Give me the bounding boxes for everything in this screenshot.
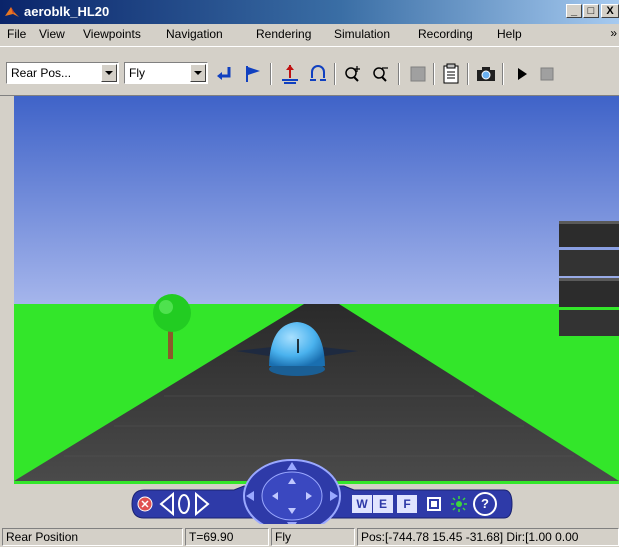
fullscreen-icon[interactable] <box>425 495 443 513</box>
headlight-icon[interactable] <box>450 495 468 513</box>
menu-recording[interactable]: Recording <box>418 27 473 41</box>
faces-button[interactable]: F <box>397 495 417 513</box>
menu-simulation[interactable]: Simulation <box>334 27 390 41</box>
menu-overflow-icon[interactable]: » <box>610 26 617 40</box>
viewpoint-select[interactable]: Rear Pos... <box>6 62 119 84</box>
undo-move-icon <box>310 65 326 81</box>
menu-rendering[interactable]: Rendering <box>256 27 311 41</box>
status-time: T=69.90 <box>185 528 269 546</box>
zoom-out-button[interactable] <box>370 63 392 85</box>
3d-viewport[interactable] <box>14 96 619 484</box>
parameters-button[interactable] <box>440 63 462 85</box>
zoom-out-icon <box>373 67 388 82</box>
window-left-edge <box>0 96 14 525</box>
return-to-viewpoint-button[interactable] <box>214 63 236 85</box>
snapshot-button[interactable] <box>475 63 497 85</box>
toolbar-separator <box>270 63 272 85</box>
status-position: Pos:[-744.78 15.45 -31.68] Dir:[1.00 0.0… <box>357 528 619 546</box>
stop-icon <box>540 67 554 81</box>
stop-button[interactable] <box>536 63 558 85</box>
play-button[interactable] <box>511 63 533 85</box>
zoom-in-button[interactable] <box>342 63 364 85</box>
close-panel-icon[interactable] <box>137 496 153 512</box>
straighten-up-button[interactable] <box>279 63 301 85</box>
menu-navigation[interactable]: Navigation <box>166 27 223 41</box>
rotate-left-icon[interactable] <box>159 492 175 516</box>
matlab-logo-icon <box>5 7 19 17</box>
chevron-down-icon[interactable] <box>190 64 206 82</box>
status-viewpoint: Rear Position <box>2 528 183 546</box>
minimize-button[interactable]: _ <box>566 4 582 18</box>
menu-bar: File View Viewpoints Navigation Renderin… <box>0 24 619 45</box>
toolbar-separator <box>467 63 469 85</box>
toolbar-separator <box>334 63 336 85</box>
record-icon <box>410 66 426 82</box>
menu-view[interactable]: View <box>39 27 65 41</box>
building <box>559 221 619 336</box>
help-button[interactable]: ? <box>473 492 497 516</box>
record-button[interactable] <box>407 63 429 85</box>
maximize-button[interactable]: □ <box>583 4 599 18</box>
zoom-in-icon <box>345 66 360 82</box>
scene-canvas[interactable] <box>14 96 619 484</box>
viewpoint-select-value: Rear Pos... <box>11 66 72 80</box>
snapshot-icon <box>477 67 495 81</box>
rotate-right-icon[interactable] <box>194 492 210 516</box>
create-viewpoint-button[interactable] <box>242 63 264 85</box>
pan-center-icon[interactable] <box>177 492 191 516</box>
straighten-up-icon <box>282 65 298 84</box>
create-viewpoint-icon <box>246 66 260 82</box>
toolbar-separator <box>433 63 435 85</box>
chevron-down-icon[interactable] <box>101 64 117 82</box>
title-bar: aeroblk_HL20 _ □ X <box>0 0 619 24</box>
toolbar: Rear Pos... Fly <box>0 46 619 96</box>
menu-viewpoints[interactable]: Viewpoints <box>83 27 141 41</box>
close-button[interactable]: X <box>601 4 619 18</box>
undo-move-button[interactable] <box>307 63 329 85</box>
parameters-icon <box>443 63 459 84</box>
play-icon <box>518 68 527 80</box>
window-title: aeroblk_HL20 <box>24 4 110 19</box>
edges-button[interactable]: E <box>373 495 393 513</box>
navigation-mode-value: Fly <box>129 66 145 80</box>
toolbar-separator <box>502 63 504 85</box>
wireframe-button[interactable]: W <box>352 495 372 513</box>
status-mode: Fly <box>271 528 355 546</box>
status-bar: Rear Position T=69.90 Fly Pos:[-744.78 1… <box>0 525 619 547</box>
menu-file[interactable]: File <box>7 27 26 41</box>
menu-help[interactable]: Help <box>497 27 522 41</box>
navigation-panel: W E F ? <box>14 459 619 524</box>
return-to-viewpoint-icon <box>217 67 231 80</box>
navigation-mode-select[interactable]: Fly <box>124 62 208 84</box>
navigation-wheel[interactable] <box>242 456 342 524</box>
toolbar-separator <box>398 63 400 85</box>
sky <box>14 96 619 306</box>
